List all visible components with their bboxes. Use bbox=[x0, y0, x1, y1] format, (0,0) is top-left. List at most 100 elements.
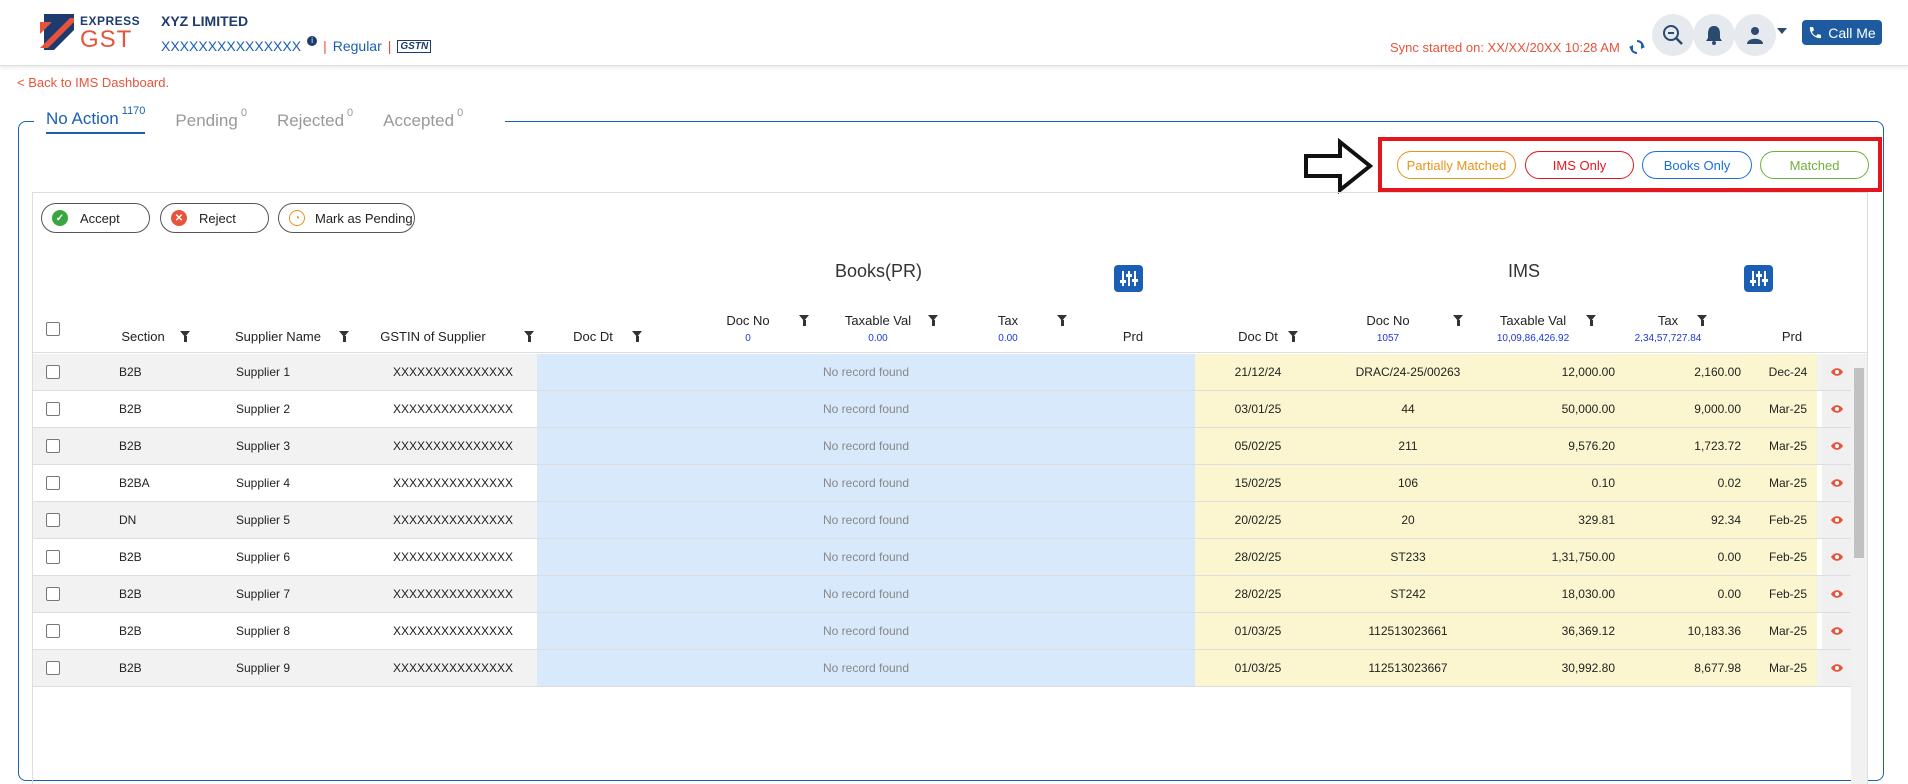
cell-section: B2B bbox=[119, 402, 142, 416]
row-checkbox[interactable] bbox=[46, 476, 60, 490]
filter-icon[interactable] bbox=[1697, 315, 1707, 326]
cell-tax: 1,723.72 bbox=[1694, 439, 1741, 453]
back-to-dashboard-link[interactable]: < Back to IMS Dashboard. bbox=[17, 75, 169, 90]
filter-ims-only[interactable]: IMS Only bbox=[1525, 151, 1634, 179]
books-no-record: No record found bbox=[537, 502, 1195, 538]
sync-status: Sync started on: XX/XX/20XX 10:28 AM bbox=[1390, 40, 1620, 55]
view-details-button[interactable] bbox=[1822, 613, 1851, 649]
table-row[interactable]: No record found B2B Supplier 9 XXXXXXXXXXXX… bbox=[33, 650, 1851, 687]
tab-no-action[interactable]: No Action 1170 bbox=[46, 105, 146, 134]
logo-text-bottom: GST bbox=[80, 26, 133, 53]
cell-docno: 44 bbox=[1401, 402, 1415, 416]
filter-icon[interactable] bbox=[180, 331, 190, 342]
cell-gstin: XXXXXXXXXXXXXXX bbox=[392, 587, 514, 601]
table-row[interactable]: No record found B2BA Supplier 4 XXXXXXXXXXX… bbox=[33, 465, 1851, 502]
cell-supplier: Supplier 8 bbox=[235, 624, 291, 638]
table-row[interactable]: No record found B2B Supplier 1 XXXXXXXXXXXX… bbox=[33, 354, 1851, 391]
filter-icon[interactable] bbox=[1288, 331, 1298, 342]
row-checkbox[interactable] bbox=[46, 513, 60, 527]
filter-icon[interactable] bbox=[1586, 315, 1596, 326]
view-details-button[interactable] bbox=[1822, 391, 1851, 427]
express-gst-logo[interactable]: EXPRESS GST bbox=[40, 12, 140, 54]
row-checkbox[interactable] bbox=[46, 365, 60, 379]
table-row[interactable]: No record found B2B Supplier 6 XXXXXXXXXXXX… bbox=[33, 539, 1851, 576]
table-row[interactable]: No record found B2B Supplier 7 XXXXXXXXXXXX… bbox=[33, 576, 1851, 613]
cell-docdt: 01/03/25 bbox=[1234, 661, 1282, 675]
search-zoom-button[interactable] bbox=[1652, 14, 1694, 56]
eye-icon bbox=[1830, 553, 1843, 561]
row-checkbox[interactable] bbox=[46, 550, 60, 564]
books-tax-total: 0.00 bbox=[998, 333, 1018, 344]
cell-docno: DRAC/24-25/00263 bbox=[1355, 365, 1461, 379]
cell-section: B2B bbox=[119, 587, 142, 601]
cell-taxable: 1,31,750.00 bbox=[1551, 550, 1615, 564]
eye-icon bbox=[1830, 627, 1843, 635]
select-all-checkbox[interactable] bbox=[46, 322, 60, 336]
row-checkbox[interactable] bbox=[46, 587, 60, 601]
view-details-button[interactable] bbox=[1822, 354, 1851, 390]
books-no-record: No record found bbox=[537, 576, 1195, 612]
mark-pending-button[interactable]: ◔ Mark as Pending bbox=[278, 203, 415, 233]
tab-accepted[interactable]: Accepted 0 bbox=[383, 107, 463, 134]
filter-icon[interactable] bbox=[632, 331, 642, 342]
scrollbar-thumb[interactable] bbox=[1854, 368, 1864, 558]
info-icon[interactable]: i bbox=[307, 36, 318, 46]
filter-icon[interactable] bbox=[524, 331, 534, 342]
accept-button[interactable]: ✓ Accept bbox=[41, 203, 150, 233]
ims-column-settings-button[interactable] bbox=[1744, 265, 1773, 292]
table-row[interactable]: No record found B2B Supplier 8 XXXXXXXXXXXX… bbox=[33, 613, 1851, 650]
view-details-button[interactable] bbox=[1822, 576, 1851, 612]
row-checkbox[interactable] bbox=[46, 402, 60, 416]
cell-section: B2B bbox=[119, 439, 142, 453]
view-details-button[interactable] bbox=[1822, 465, 1851, 501]
col-ims-doc-no: Doc No bbox=[1366, 313, 1410, 328]
books-column-settings-button[interactable] bbox=[1114, 265, 1143, 292]
filter-icon[interactable] bbox=[928, 315, 938, 326]
view-details-button[interactable] bbox=[1822, 539, 1851, 575]
cell-docno: 106 bbox=[1397, 476, 1419, 490]
taxpayer-category: Regular bbox=[332, 38, 382, 54]
row-checkbox[interactable] bbox=[46, 439, 60, 453]
chevron-down-icon[interactable] bbox=[1777, 28, 1787, 34]
col-books-prd: Prd bbox=[1122, 329, 1144, 344]
col-gstin: GSTIN of Supplier bbox=[380, 329, 486, 344]
view-details-button[interactable] bbox=[1822, 428, 1851, 464]
tab-rejected[interactable]: Rejected 0 bbox=[277, 107, 353, 134]
reject-button[interactable]: ✕ Reject bbox=[160, 203, 269, 233]
sync-icon[interactable] bbox=[1628, 38, 1646, 56]
call-me-button[interactable]: Call Me bbox=[1802, 20, 1882, 45]
notifications-button[interactable] bbox=[1693, 14, 1735, 56]
row-checkbox[interactable] bbox=[46, 624, 60, 638]
row-checkbox[interactable] bbox=[46, 661, 60, 675]
eye-icon bbox=[1830, 590, 1843, 598]
eye-icon bbox=[1830, 368, 1843, 376]
cell-prd: Dec-24 bbox=[1768, 365, 1808, 379]
vertical-scrollbar[interactable] bbox=[1851, 354, 1867, 784]
col-books-tax: Tax bbox=[997, 313, 1019, 328]
filter-partially-matched[interactable]: Partially Matched bbox=[1397, 151, 1516, 179]
cell-docdt: 21/12/24 bbox=[1234, 365, 1282, 379]
cell-prd: Mar-25 bbox=[1768, 661, 1807, 675]
bell-icon bbox=[1706, 26, 1722, 45]
table-row[interactable]: No record found DN Supplier 5 XXXXXXXXXXXXX… bbox=[33, 502, 1851, 539]
view-details-button[interactable] bbox=[1822, 502, 1851, 538]
tab-pending[interactable]: Pending 0 bbox=[175, 107, 247, 134]
table-row[interactable]: No record found B2B Supplier 2 XXXXXXXXXXXX… bbox=[33, 391, 1851, 428]
filter-icon[interactable] bbox=[1453, 315, 1463, 326]
table-row[interactable]: No record found B2B Supplier 3 XXXXXXXXXXXX… bbox=[33, 428, 1851, 465]
view-details-button[interactable] bbox=[1822, 650, 1851, 686]
filter-icon[interactable] bbox=[799, 315, 809, 326]
cell-taxable: 18,030.00 bbox=[1561, 587, 1615, 601]
filter-matched[interactable]: Matched bbox=[1760, 151, 1869, 179]
cell-supplier: Supplier 7 bbox=[235, 587, 291, 601]
col-supplier-name: Supplier Name bbox=[235, 329, 321, 344]
filter-icon[interactable] bbox=[339, 331, 349, 342]
cell-docno: ST242 bbox=[1390, 587, 1426, 601]
filter-icon[interactable] bbox=[1057, 315, 1067, 326]
table-header: Section Supplier Name GSTIN of Supplier … bbox=[33, 297, 1867, 353]
books-no-record: No record found bbox=[537, 465, 1195, 501]
cell-taxable: 30,992.80 bbox=[1561, 661, 1615, 675]
user-menu-button[interactable] bbox=[1734, 14, 1776, 56]
filter-books-only[interactable]: Books Only bbox=[1642, 151, 1752, 179]
cell-supplier: Supplier 4 bbox=[235, 476, 291, 490]
